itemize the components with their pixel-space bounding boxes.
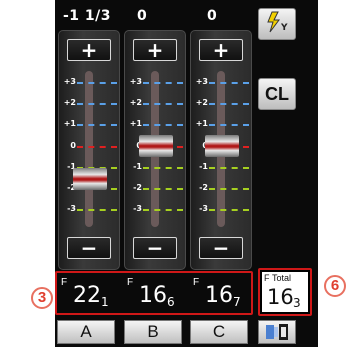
scale-line xyxy=(77,103,117,105)
ftotal-panel: F Total 16 3 xyxy=(258,268,312,316)
increase-button-c[interactable]: + xyxy=(199,39,243,61)
fvalue-b: F 16 6 xyxy=(127,277,187,311)
scale-label: +2 xyxy=(63,98,76,107)
scale-line xyxy=(209,188,249,190)
callout-3: 3 xyxy=(31,287,53,309)
fvalue-bar: F 22 1 F 16 6 F 16 7 xyxy=(55,271,253,315)
fvalue-sub: 7 xyxy=(233,295,241,309)
scale-label: +2 xyxy=(129,98,142,107)
scale-label: +3 xyxy=(195,77,208,86)
scale-line xyxy=(143,82,183,84)
fvalue-a: F 22 1 xyxy=(61,277,121,311)
scale-label: -2 xyxy=(133,183,142,192)
slider-knob-b[interactable] xyxy=(139,135,173,157)
fvalue-main: 16 xyxy=(205,283,233,308)
scale-label: -1 xyxy=(133,162,142,171)
scale-line xyxy=(209,124,249,126)
callout-6: 6 xyxy=(324,275,346,297)
flash-mode-icon: Y xyxy=(262,11,292,39)
fvalue-main: 16 xyxy=(139,283,167,308)
scale-label: -3 xyxy=(133,204,142,213)
slider-knob-a[interactable] xyxy=(73,168,107,190)
scale-label: +1 xyxy=(195,119,208,128)
scale-line xyxy=(143,167,183,169)
f-prefix: F xyxy=(61,277,68,288)
slider-column-a: + +3 +2 +1 0 -1 -2 -3 − xyxy=(58,30,120,270)
ftotal-main: 16 xyxy=(267,285,294,309)
scale-line xyxy=(143,124,183,126)
fvalue-sub: 6 xyxy=(167,295,175,309)
scale-label: 0 xyxy=(70,141,76,150)
ftotal-prefix: F xyxy=(264,273,270,283)
slider-column-c: + +3 +2 +1 0 -1 -2 -3 − xyxy=(190,30,252,270)
increase-button-b[interactable]: + xyxy=(133,39,177,61)
scale-line xyxy=(77,124,117,126)
scale-label: -3 xyxy=(67,204,76,213)
decrease-button-c[interactable]: − xyxy=(199,237,243,259)
slider-track-a xyxy=(85,71,93,227)
display-toggle-button[interactable] xyxy=(258,320,296,344)
decrease-button-b[interactable]: − xyxy=(133,237,177,259)
slider-column-b: + +3 +2 +1 0 -1 -2 -3 − xyxy=(124,30,186,270)
ev-label-b: 0 xyxy=(137,8,148,24)
f-prefix: F xyxy=(193,277,200,288)
scale-line-zero xyxy=(77,146,117,148)
channel-a-button[interactable]: A xyxy=(57,320,115,344)
scale-line xyxy=(77,82,117,84)
channel-b-button[interactable]: B xyxy=(124,320,182,344)
scale-label: +1 xyxy=(129,119,142,128)
scale-label: -1 xyxy=(199,162,208,171)
scale-line xyxy=(209,167,249,169)
fvalue-sub: 1 xyxy=(101,295,109,309)
ftotal-display: F Total 16 3 xyxy=(262,272,308,312)
f-prefix: F xyxy=(127,277,134,288)
scale-label: +3 xyxy=(63,77,76,86)
fvalue-c: F 16 7 xyxy=(193,277,253,311)
scale-line xyxy=(143,103,183,105)
channel-c-button[interactable]: C xyxy=(190,320,248,344)
ftotal-sub: 3 xyxy=(293,296,301,310)
slider-knob-c[interactable] xyxy=(205,135,239,157)
scale-line xyxy=(209,103,249,105)
scale-line xyxy=(143,209,183,211)
scale-line xyxy=(143,188,183,190)
scale-line xyxy=(77,209,117,211)
scale-label: -2 xyxy=(199,183,208,192)
fvalue-main: 22 xyxy=(73,283,101,308)
increase-button-a[interactable]: + xyxy=(67,39,111,61)
scale-line xyxy=(209,209,249,211)
display-toggle-icon xyxy=(264,324,290,346)
ev-label-a: -1 1/3 xyxy=(63,8,112,24)
scale-line xyxy=(209,82,249,84)
clear-button[interactable]: CL xyxy=(258,78,296,110)
svg-text:Y: Y xyxy=(280,23,288,33)
flash-mode-button[interactable]: Y xyxy=(258,8,296,40)
decrease-button-a[interactable]: − xyxy=(67,237,111,259)
scale-label: -3 xyxy=(199,204,208,213)
scale-label: +2 xyxy=(195,98,208,107)
scale-label: +3 xyxy=(129,77,142,86)
ev-label-c: 0 xyxy=(207,8,218,24)
scale-label: +1 xyxy=(63,119,76,128)
ftotal-label: Total xyxy=(272,273,292,283)
meter-screen: -1 1/3 0 0 + +3 +2 +1 0 -1 -2 -3 − + +3 … xyxy=(55,0,318,347)
